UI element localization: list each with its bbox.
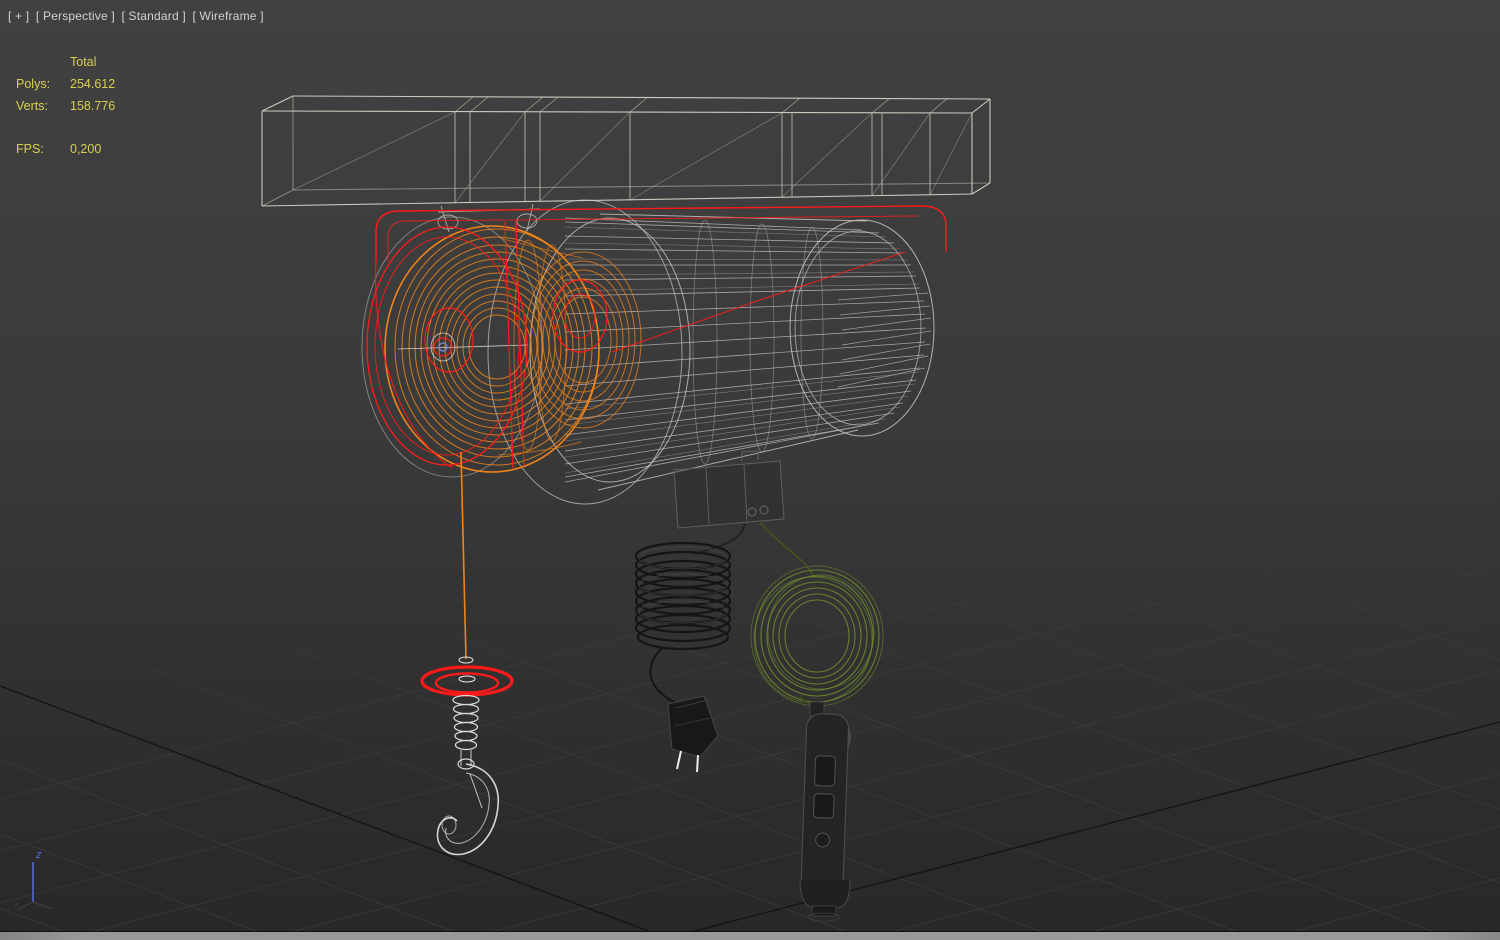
stats-polys-row: Polys: 254.612 <box>16 73 115 95</box>
stats-verts-value: 158.776 <box>70 95 115 117</box>
stats-verts-row: Verts: 158.776 <box>16 95 115 117</box>
track-bar[interactable] <box>0 931 1500 940</box>
stats-fps-label: FPS: <box>16 138 70 160</box>
stats-polys-value: 254.612 <box>70 73 115 95</box>
stats-polys-label: Polys: <box>16 73 70 95</box>
remote-pendant[interactable] <box>800 702 850 921</box>
viewport-shading-menu[interactable]: [ Wireframe ] <box>192 9 263 23</box>
stats-total-row: Total <box>16 51 115 73</box>
viewport-general-menu[interactable]: [ + ] <box>8 9 29 23</box>
viewport-3d[interactable]: [ + ] [ Perspective ] [ Standard ] [ Wir… <box>0 0 1500 940</box>
viewport-label: [ + ] [ Perspective ] [ Standard ] [ Wir… <box>8 9 267 23</box>
stats-total-label: Total <box>70 51 96 73</box>
viewport-statistics: Total Polys: 254.612 Verts: 158.776 FPS:… <box>16 51 115 160</box>
axis-x-label: x <box>14 899 19 910</box>
scene-canvas[interactable] <box>0 0 1500 940</box>
axis-z-label: z <box>36 849 42 861</box>
stats-verts-label: Verts: <box>16 95 70 117</box>
stats-fps-value: 0,200 <box>70 138 101 160</box>
stats-fps-row: FPS: 0,200 <box>16 138 115 160</box>
viewport-render-preset-menu[interactable]: [ Standard ] <box>121 9 185 23</box>
viewport-pov-menu[interactable]: [ Perspective ] <box>36 9 115 23</box>
